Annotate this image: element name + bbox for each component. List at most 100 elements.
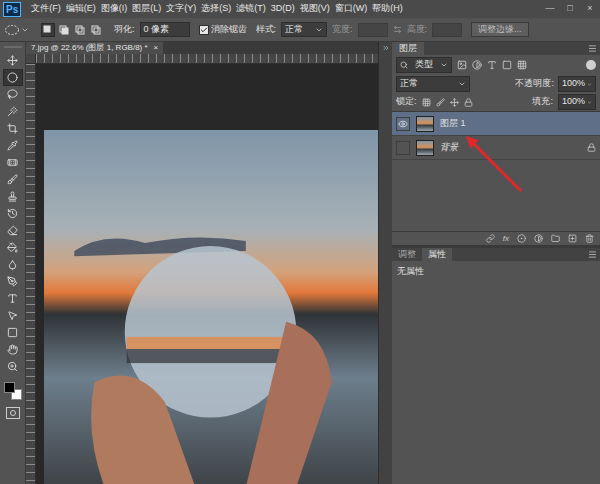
- panel-tab[interactable]: 属性: [422, 248, 452, 261]
- window-control[interactable]: ×: [584, 2, 596, 16]
- layer-row[interactable]: 图层 1: [392, 112, 600, 136]
- group-icon[interactable]: [551, 234, 560, 243]
- layer-filter-select[interactable]: 类型: [396, 57, 452, 73]
- layer-name: 图层 1: [440, 117, 466, 131]
- document-tabs: 7.jpg @ 22.6% (图层 1, RGB/8) *×: [26, 42, 378, 54]
- document-tab[interactable]: 7.jpg @ 22.6% (图层 1, RGB/8) *×: [26, 42, 163, 54]
- menu-item[interactable]: 选择(S): [201, 2, 231, 16]
- tool-button[interactable]: [3, 324, 23, 341]
- lock-icon: [587, 143, 596, 152]
- menu-item[interactable]: 窗口(W): [335, 2, 368, 16]
- adjustment-layer-icon[interactable]: [534, 234, 543, 243]
- tool-button[interactable]: [3, 103, 23, 120]
- visibility-toggle[interactable]: [396, 141, 410, 155]
- antialias-checkbox[interactable]: 消除锯齿: [199, 23, 247, 37]
- blend-mode-select[interactable]: 正常: [396, 76, 470, 92]
- tool-button[interactable]: [3, 86, 23, 103]
- quick-mask-button[interactable]: [6, 407, 20, 419]
- horizontal-ruler-row: [26, 54, 378, 64]
- lock-position-icon[interactable]: [450, 98, 459, 107]
- properties-message: 无属性: [392, 261, 600, 279]
- tool-button[interactable]: [3, 341, 23, 358]
- selection-mode-button[interactable]: [89, 23, 103, 37]
- visibility-toggle[interactable]: [396, 117, 410, 131]
- tool-button[interactable]: [3, 290, 23, 307]
- filter-toggle[interactable]: [586, 60, 596, 70]
- foreground-color[interactable]: [4, 382, 15, 393]
- tool-button[interactable]: [3, 188, 23, 205]
- new-layer-icon[interactable]: [568, 234, 577, 243]
- selection-mode-button[interactable]: [57, 23, 71, 37]
- tool-button[interactable]: [3, 205, 23, 222]
- tool-button[interactable]: [3, 52, 23, 69]
- link-icon[interactable]: [486, 234, 495, 243]
- opacity-input[interactable]: 100%: [558, 76, 596, 92]
- tool-button[interactable]: [3, 120, 23, 137]
- selection-mode-button[interactable]: [41, 23, 55, 37]
- menu: 文件(F) 编辑(E) 图像(I) 图层(L) 文字(Y) 选择(S) 滤镜(T) 3D(D)…: [31, 2, 403, 16]
- fill-input[interactable]: 100%: [558, 94, 596, 110]
- style-select[interactable]: 正常: [281, 22, 327, 38]
- tool-button[interactable]: [3, 256, 23, 273]
- toolbar: [0, 42, 26, 484]
- panel-menu-icon[interactable]: [588, 250, 597, 259]
- menu-item[interactable]: 帮助(H): [372, 2, 403, 16]
- canvas-body: [26, 64, 378, 484]
- lock-all-icon[interactable]: [464, 98, 473, 107]
- layers-tab[interactable]: 图层: [392, 42, 424, 55]
- layer-filter-row: 类型: [392, 55, 600, 75]
- main-area: 7.jpg @ 22.6% (图层 1, RGB/8) *×图层类型正常不透明度…: [0, 42, 600, 484]
- menu-item[interactable]: 图层(L): [132, 2, 161, 16]
- close-tab-button[interactable]: ×: [154, 42, 159, 54]
- panel-tab[interactable]: 调整: [392, 248, 422, 261]
- trash-icon[interactable]: [585, 234, 594, 243]
- smart-object-filter-icon[interactable]: [517, 60, 527, 70]
- tool-button[interactable]: [3, 273, 23, 290]
- selection-mode-button[interactable]: [73, 23, 87, 37]
- tool-preset-picker[interactable]: [4, 24, 32, 36]
- photo: [44, 130, 378, 484]
- menu-item[interactable]: 3D(D): [271, 2, 295, 16]
- swap-icon[interactable]: [393, 25, 402, 34]
- lasso-icon: [7, 89, 18, 100]
- pixel-filter-icon[interactable]: [457, 60, 467, 70]
- menu-item[interactable]: 文件(F): [31, 2, 61, 16]
- tool-button[interactable]: [3, 358, 23, 375]
- type-filter-icon[interactable]: [487, 60, 497, 70]
- color-swatches[interactable]: [3, 381, 23, 401]
- mask-icon[interactable]: [517, 234, 526, 243]
- shape-filter-icon[interactable]: [502, 60, 512, 70]
- menu-item[interactable]: 滤镜(T): [236, 2, 266, 16]
- tool-button[interactable]: [3, 69, 23, 86]
- panel-menu-icon[interactable]: [588, 44, 597, 53]
- dropdown-icon: [440, 61, 448, 69]
- width-input[interactable]: [358, 23, 388, 37]
- collapse-icon[interactable]: [382, 44, 390, 52]
- menu-item[interactable]: 图像(I): [101, 2, 128, 16]
- tool-button[interactable]: [3, 137, 23, 154]
- fx-button[interactable]: fx: [503, 233, 509, 245]
- lock-row: 锁定:填充:100%: [392, 93, 600, 111]
- height-input[interactable]: [432, 23, 462, 37]
- menu-item[interactable]: 视图(V): [300, 2, 330, 16]
- lock-pixels-icon[interactable]: [436, 98, 445, 107]
- adjustment-filter-icon[interactable]: [472, 60, 482, 70]
- tool-button[interactable]: [3, 307, 23, 324]
- lock-transparency-icon[interactable]: [422, 98, 431, 107]
- menu-item[interactable]: 编辑(E): [66, 2, 96, 16]
- tool-button[interactable]: [3, 171, 23, 188]
- window-control[interactable]: —: [544, 2, 556, 16]
- toolbar-grip[interactable]: [4, 46, 22, 48]
- magic-wand-icon: [7, 106, 18, 117]
- healing-icon: [7, 157, 18, 168]
- menu-item[interactable]: 文字(Y): [166, 2, 196, 16]
- layer-row[interactable]: 背景: [392, 136, 600, 160]
- tool-button[interactable]: [3, 154, 23, 171]
- feather-label: 羽化:: [114, 23, 135, 37]
- feather-input[interactable]: 0 像素: [140, 22, 190, 38]
- tool-button[interactable]: [3, 239, 23, 256]
- window-control[interactable]: □: [564, 2, 576, 16]
- width-label: 宽度:: [332, 23, 353, 37]
- refine-edge-button[interactable]: 调整边缘...: [471, 22, 529, 38]
- tool-button[interactable]: [3, 222, 23, 239]
